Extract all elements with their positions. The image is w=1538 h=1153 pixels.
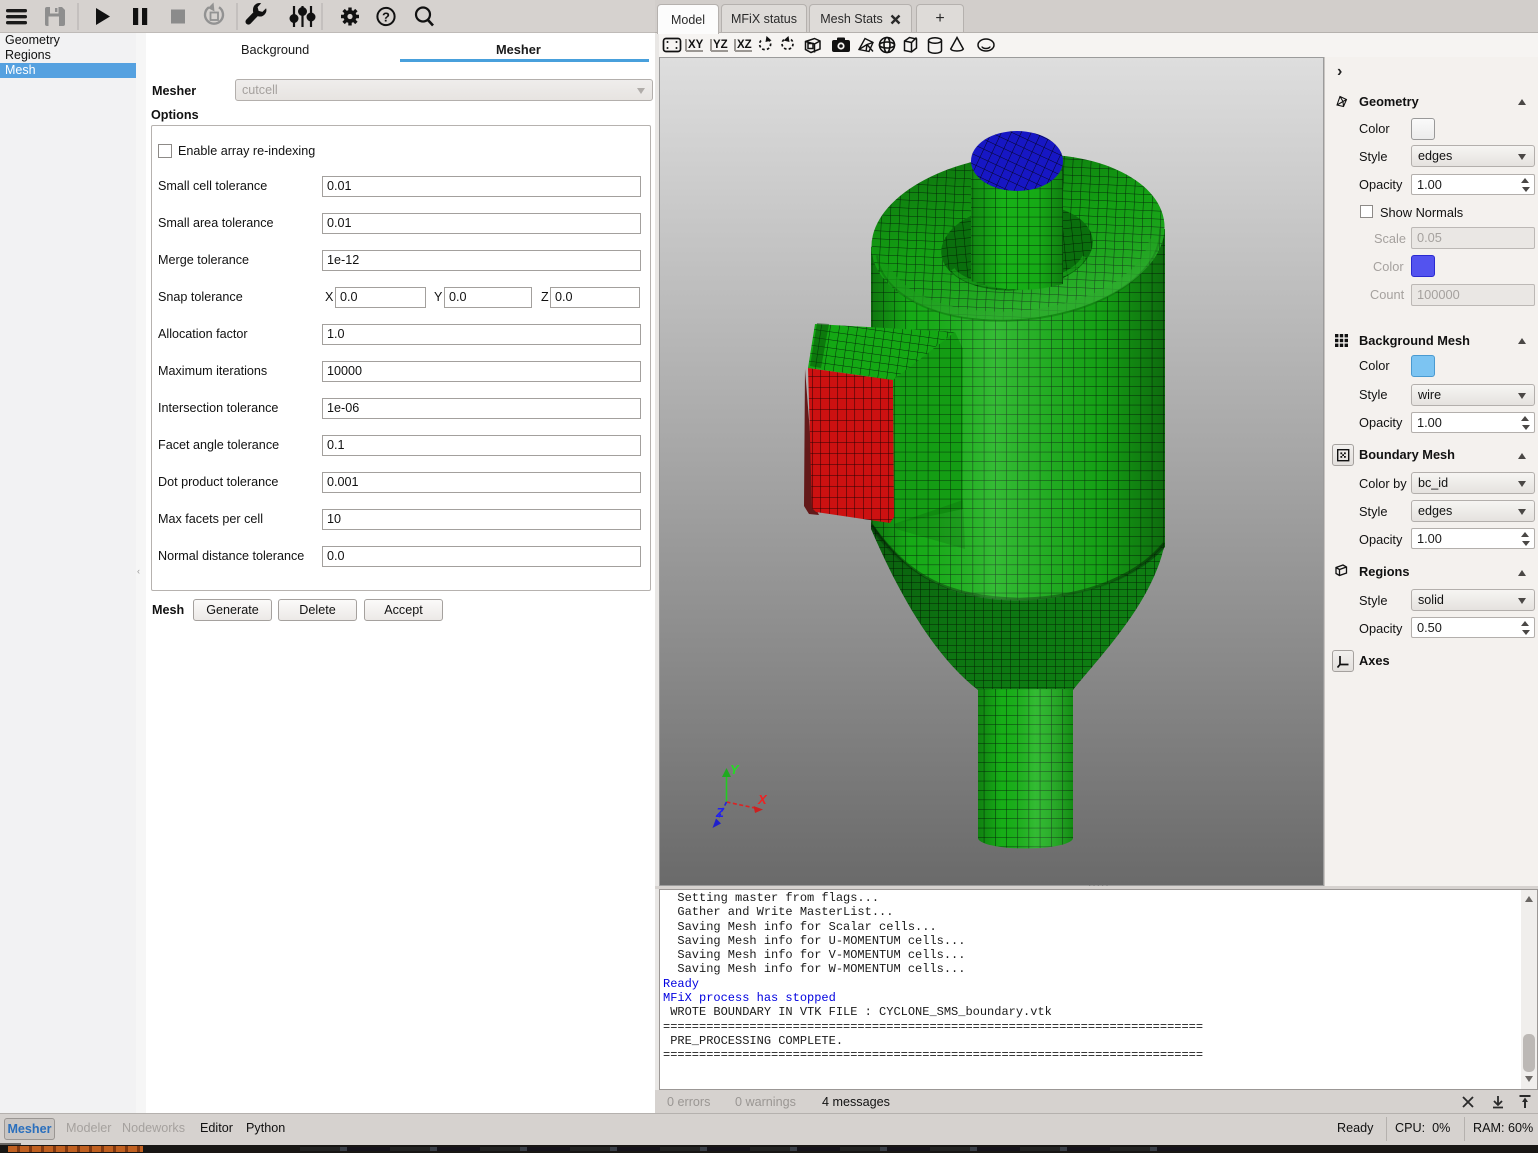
svg-text:?: ? xyxy=(382,10,390,25)
svg-text:X: X xyxy=(757,792,768,807)
svg-text:YZ: YZ xyxy=(713,39,728,51)
svg-text:Y: Y xyxy=(730,762,740,777)
svg-text:Z: Z xyxy=(715,805,725,820)
svg-text:XY: XY xyxy=(688,39,704,51)
svg-text:XZ: XZ xyxy=(737,39,752,51)
